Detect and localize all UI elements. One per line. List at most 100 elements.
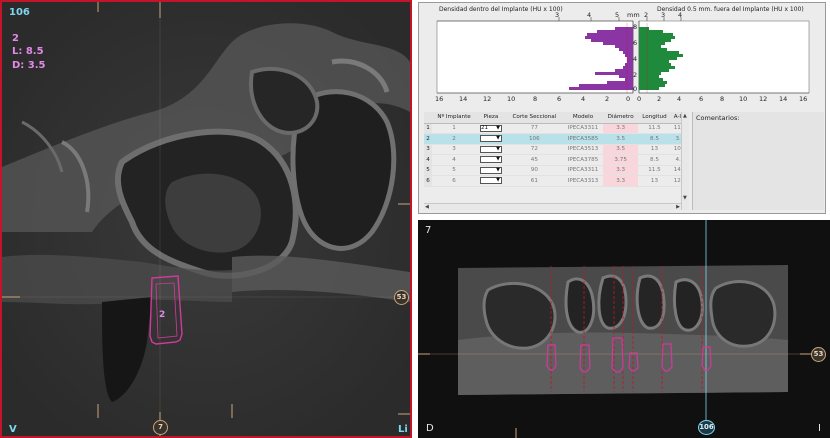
pieza-dropdown[interactable]: ▼ (479, 156, 502, 164)
cell-longitud: 8.5 (638, 154, 671, 166)
table-vertical-scrollbar[interactable]: ▲ ▼ (681, 112, 689, 210)
table-header-row: Nº Implante Pieza Corte Seccional Modelo… (424, 112, 689, 124)
bottom-tick-right-8: 16 (799, 95, 808, 103)
cell-pieza[interactable]: ▼ (476, 144, 506, 155)
row-number: 2 (424, 133, 432, 145)
bottom-tick-right-4: 8 (720, 95, 725, 103)
col-header-diametro[interactable]: Diámetro (603, 112, 639, 124)
bottom-tick-right-0: 0 (637, 95, 642, 103)
implant-label: 2 (159, 310, 166, 320)
cell-pieza[interactable]: ▼ (476, 175, 506, 187)
table-row[interactable]: 6 6 ▼ 61 IPECA3313 3.3 13 12.3 (424, 175, 689, 187)
bottom-tick-left-1: 14 (459, 95, 468, 103)
top-tick-left-2: 5 (615, 11, 620, 19)
cell-implant: 5 (432, 165, 477, 176)
pieza-dropdown[interactable]: ▼ (479, 166, 502, 174)
top-tick-right-2: 4 (678, 11, 683, 19)
cell-corte: 90 (505, 165, 563, 176)
table-row[interactable]: 5 5 ▼ 90 IPECA3311 3.3 11.5 14.7 (424, 165, 689, 176)
scroll-right-icon[interactable]: ▶ (676, 204, 680, 210)
row-number: 5 (424, 165, 432, 176)
top-tick-right-0: 2 (644, 11, 649, 19)
cell-pieza[interactable]: 21 ▼ (476, 123, 506, 134)
depth-unit: mm (627, 11, 640, 19)
panoramic-view-panel[interactable]: 7 53 106 D I (418, 220, 830, 438)
implant-number: 2 (12, 33, 19, 44)
header-corner (424, 112, 432, 124)
implant-diameter: D: 3.5 (12, 60, 46, 71)
table-row[interactable]: 1 1 21 ▼ 77 IPECA3311 3.3 11.5 11.0 (424, 123, 689, 134)
scroll-up-icon[interactable]: ▲ (683, 113, 687, 119)
cell-longitud: 11.5 (638, 165, 671, 176)
col-header-pieza[interactable]: Pieza (476, 112, 506, 124)
bottom-tick-left-8: 0 (626, 95, 631, 103)
scroll-down-icon[interactable]: ▼ (683, 195, 687, 201)
cell-diametro: 3.3 (603, 165, 639, 176)
bottom-tick-left-5: 6 (557, 95, 562, 103)
top-tick-left-1: 4 (587, 11, 592, 19)
depth-tick-2: 2 (633, 71, 638, 79)
comments-label: Comentarios: (696, 114, 740, 122)
cell-diametro: 3.75 (603, 154, 639, 166)
panoramic-marker-right[interactable]: 53 (811, 347, 826, 362)
bottom-tick-left-7: 2 (605, 95, 610, 103)
pieza-dropdown[interactable]: ▼ (479, 145, 502, 153)
cell-longitud: 13 (638, 144, 671, 155)
panoramic-scan-image[interactable] (418, 220, 830, 438)
pieza-value: 21 (480, 124, 488, 131)
col-header-corte[interactable]: Corte Seccional (505, 112, 563, 124)
implant-length: L: 8.5 (12, 46, 44, 57)
bottom-tick-right-6: 12 (759, 95, 768, 103)
orientation-label-right: Li (398, 424, 408, 435)
table-horizontal-scrollbar[interactable]: ◀ ▶ (424, 203, 681, 210)
slice-number: 106 (9, 7, 30, 18)
cell-corte: 72 (505, 144, 563, 155)
pieza-dropdown[interactable]: ▼ (479, 177, 502, 185)
position-marker-right[interactable]: 53 (394, 290, 409, 305)
bottom-tick-left-4: 8 (533, 95, 538, 103)
depth-tick-0: 0 (633, 85, 638, 93)
col-header-implant[interactable]: Nº Implante (432, 112, 477, 124)
top-tick-right-1: 3 (661, 11, 666, 19)
bottom-tick-left-3: 10 (507, 95, 516, 103)
axial-scan-image[interactable] (2, 2, 410, 436)
row-number: 3 (424, 144, 432, 155)
table-row[interactable]: 3 3 ▼ 72 IPECA3513 3.5 13 10.1 (424, 144, 689, 155)
col-header-modelo[interactable]: Modelo (562, 112, 604, 124)
position-marker-bottom[interactable]: 7 (153, 420, 168, 435)
bottom-tick-left-0: 16 (435, 95, 444, 103)
scroll-left-icon[interactable]: ◀ (425, 204, 429, 210)
cell-corte: 77 (505, 123, 563, 134)
cell-modelo: IPECA3311 (562, 165, 604, 176)
orientation-label-left: V (9, 424, 17, 435)
panoramic-marker-bottom[interactable]: 106 (698, 420, 715, 435)
chevron-down-icon: ▼ (496, 166, 500, 173)
bottom-tick-left-6: 4 (581, 95, 586, 103)
row-number: 1 (424, 123, 432, 134)
cell-diametro: 3.3 (603, 123, 639, 134)
cell-pieza[interactable]: ▼ (476, 165, 506, 176)
cell-diametro: 3.5 (603, 133, 639, 145)
cell-longitud: 8.5 (638, 133, 671, 145)
bottom-tick-left-2: 12 (483, 95, 492, 103)
bottom-tick-right-2: 4 (677, 95, 682, 103)
cell-implant: 4 (432, 154, 477, 166)
cell-implant: 1 (432, 123, 477, 134)
cell-pieza[interactable]: ▼ (476, 154, 506, 166)
cell-modelo: IPECA3585 (562, 133, 604, 145)
pieza-dropdown[interactable]: 21 ▼ (479, 124, 502, 132)
cell-longitud: 13 (638, 175, 671, 187)
cell-implant: 2 (432, 133, 477, 145)
comments-box[interactable]: Comentarios: (692, 112, 824, 210)
bottom-tick-right-7: 14 (779, 95, 788, 103)
table-row-selected[interactable]: 2 2 ▼ 106 IPECA3585 3.5 8.5 3.6 (424, 133, 689, 145)
cell-modelo: IPECA3785 (562, 154, 604, 166)
cell-pieza[interactable]: ▼ (476, 133, 506, 145)
axial-view-panel[interactable]: 106 2 L: 8.5 D: 3.5 2 53 7 V Li (0, 0, 412, 438)
pieza-dropdown[interactable]: ▼ (479, 135, 502, 143)
col-header-longitud[interactable]: Longitud (638, 112, 671, 124)
row-number: 4 (424, 154, 432, 166)
table-row[interactable]: 4 4 ▼ 45 IPECA3785 3.75 8.5 4.6 (424, 154, 689, 166)
cell-corte: 106 (505, 133, 563, 145)
chevron-down-icon: ▼ (496, 145, 500, 152)
